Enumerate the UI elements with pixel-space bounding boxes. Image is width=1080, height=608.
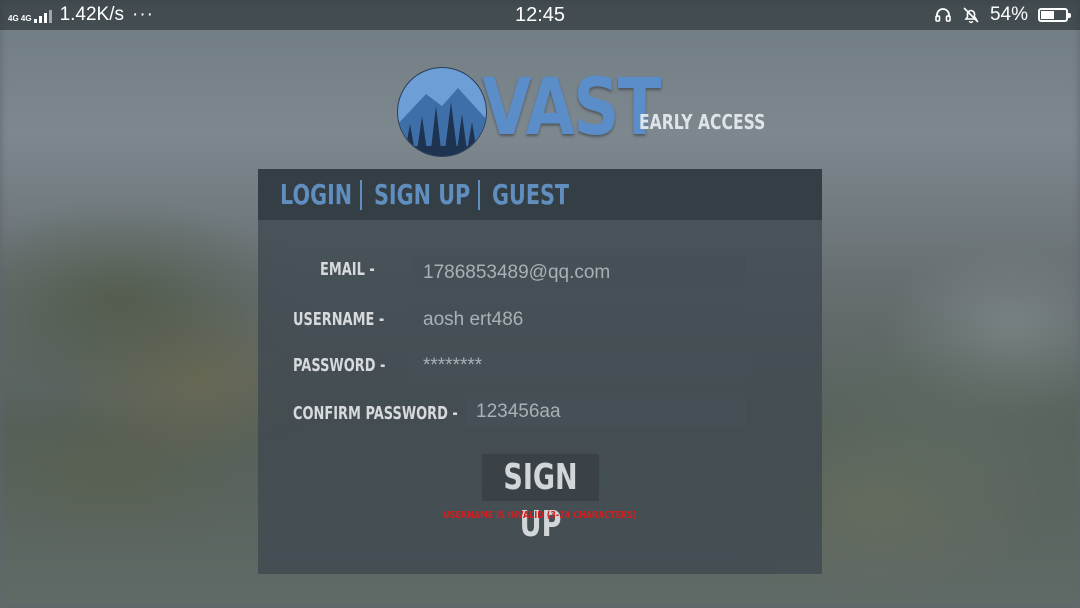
game-logo: VAST EARLY ACCESS [396, 63, 765, 162]
auth-tabs: LOGIN SIGN UP GUEST [258, 169, 822, 220]
error-message: USERNAME IS INVALID (3-24 CHARACTERS) [258, 510, 822, 521]
password-field[interactable] [413, 350, 746, 381]
battery-icon [1038, 8, 1071, 22]
tab-login[interactable]: LOGIN [280, 178, 352, 211]
tab-divider [478, 179, 480, 210]
sign-up-button[interactable]: SIGN UP [482, 454, 599, 545]
tab-guest[interactable]: GUEST [492, 178, 569, 211]
mute-bell-icon [963, 7, 979, 24]
password-row: PASSWORD - [293, 355, 421, 376]
username-label: USERNAME - [293, 309, 385, 330]
status-bar: 4G 4G 1.42K/s ··· 12:45 54% [0, 0, 1080, 30]
logo-wordmark: VAST [482, 63, 661, 153]
tab-sign-up[interactable]: SIGN UP [374, 178, 470, 211]
sign-up-button-label: SIGN UP [503, 457, 578, 545]
confirm-password-label: CONFIRM PASSWORD - [293, 403, 458, 424]
status-right: 54% [934, 4, 1071, 26]
headset-icon [935, 8, 951, 22]
early-access-tag: EARLY ACCESS [639, 110, 766, 134]
mountain-forest-logo-icon [397, 67, 487, 157]
username-row: USERNAME - [293, 309, 420, 330]
error-text: USERNAME IS INVALID (3-24 CHARACTERS) [443, 510, 637, 521]
clock: 12:45 [514, 4, 566, 26]
email-field[interactable] [413, 257, 746, 288]
email-row: EMAIL - [320, 259, 396, 280]
email-label: EMAIL - [320, 259, 375, 280]
tab-divider [360, 179, 362, 210]
username-field[interactable] [413, 304, 746, 335]
password-label: PASSWORD - [293, 355, 386, 376]
battery-fill [1041, 11, 1054, 19]
battery-percent: 54% [989, 4, 1028, 25]
confirm-password-field[interactable] [466, 396, 746, 427]
